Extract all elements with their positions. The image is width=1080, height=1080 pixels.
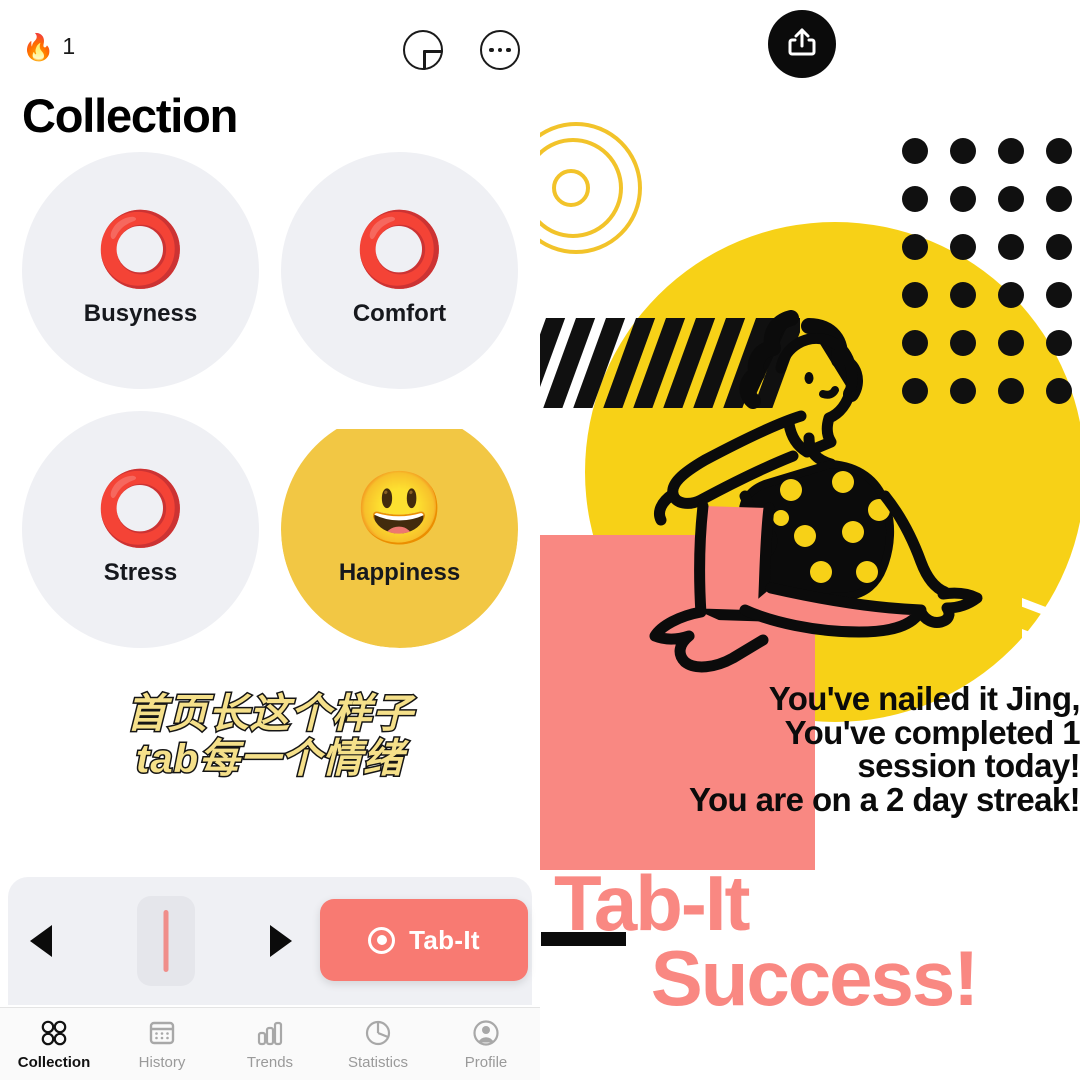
message-line-3: session today! [857, 747, 1080, 785]
grid-dot [1046, 186, 1072, 212]
more-options-button[interactable] [480, 30, 520, 70]
triangle-right-icon[interactable] [270, 925, 292, 957]
tab-label: History [138, 1053, 186, 1071]
red-circle-emoji: ⭕ [95, 468, 186, 549]
tab-label: Trends [246, 1053, 294, 1071]
grid-dot [902, 234, 928, 260]
grid-dot [902, 138, 928, 164]
red-circle-emoji: ⭕ [354, 209, 445, 290]
streak-count: 1 [62, 33, 76, 59]
success-title-line-1: Tab-It [554, 859, 751, 947]
annotation-overlay: 首页长这个样子 tab每一个情绪 [0, 691, 540, 783]
tab-collection[interactable]: Collection [0, 1018, 108, 1071]
collection-card-label: Comfort [352, 299, 447, 327]
message-line-2: You've completed 1 [784, 713, 1080, 751]
tab-label: Collection [17, 1053, 91, 1071]
chevron [1022, 598, 1080, 620]
tab-label: Statistics [347, 1053, 408, 1071]
concentric-rings-decoration [540, 112, 680, 262]
screenshot-root: 🔥 1 Collection ⭕ Busyness ⭕ Comfort ⭕ St… [0, 0, 1080, 1080]
grid-dot [902, 282, 928, 308]
collection-card-busyness[interactable]: ⭕ Busyness [22, 152, 259, 389]
grinning-face-emoji: 😃 [354, 468, 445, 549]
share-card: You've nailed it Jing, You've completed … [540, 0, 1080, 1080]
collection-card-comfort[interactable]: ⭕ Comfort [281, 152, 518, 389]
red-circle-emoji: ⭕ [95, 209, 186, 290]
intensity-slider[interactable] [137, 896, 195, 986]
annotation-line-1: 首页长这个样子 [125, 691, 414, 738]
success-title: Tab-It Success! [554, 859, 1074, 1022]
seated-woman-illustration [595, 310, 1025, 680]
app-header: 🔥 1 [0, 28, 540, 76]
success-title-line-2: Success! [650, 933, 980, 1022]
grid-dot [1046, 138, 1072, 164]
ellipsis-icon [489, 47, 511, 53]
success-message: You've nailed it Jing, You've completed … [560, 682, 1080, 817]
page-title: Collection [22, 89, 238, 142]
tab-statistics[interactable]: Statistics [324, 1018, 432, 1071]
calendar-icon [147, 1018, 177, 1048]
collection-card-label: Busyness [83, 299, 198, 327]
bar-chart-icon [255, 1018, 285, 1048]
app-screen: 🔥 1 Collection ⭕ Busyness ⭕ Comfort ⭕ St… [0, 0, 540, 1080]
triangle-left-icon[interactable] [30, 925, 52, 957]
chevron [1022, 660, 1080, 682]
grid-dot [950, 234, 976, 260]
tab-trends[interactable]: Trends [216, 1018, 324, 1071]
collection-card-stress[interactable]: ⭕ Stress [22, 411, 259, 648]
four-circles-icon [39, 1018, 69, 1048]
tab-it-button[interactable]: Tab-It [320, 899, 528, 981]
control-dock: Tab-It [8, 877, 532, 1005]
grid-dot [998, 282, 1024, 308]
tab-profile[interactable]: Profile [432, 1018, 540, 1071]
person-circle-icon [471, 1018, 501, 1048]
grid-dot [1046, 234, 1072, 260]
grid-dot [950, 282, 976, 308]
collection-card-label: Stress [103, 558, 178, 586]
flame-icon: 🔥 [22, 31, 55, 62]
grid-dot [998, 138, 1024, 164]
tab-it-label: Tab-It [409, 924, 480, 955]
slider-handle[interactable] [163, 910, 169, 972]
message-line-1: You've nailed it Jing, [768, 680, 1080, 717]
tab-history[interactable]: History [108, 1018, 216, 1071]
grid-dot [998, 186, 1024, 212]
pie-chart-icon [363, 1018, 393, 1048]
bottom-tab-bar: Collection History Trends Statistics Pro… [0, 1007, 540, 1080]
record-icon [368, 926, 396, 954]
share-button[interactable] [768, 10, 836, 78]
share-upload-icon [785, 25, 819, 64]
grid-dot [998, 234, 1024, 260]
grid-dot [1046, 330, 1072, 356]
tab-label: Profile [464, 1053, 508, 1071]
collection-card-label: Happiness [338, 558, 461, 586]
collection-grid: ⭕ Busyness ⭕ Comfort ⭕ Stress 😃 Happines… [0, 152, 540, 667]
collection-card-happiness[interactable]: 😃 Happiness [281, 429, 518, 648]
add-button[interactable] [403, 30, 443, 70]
grid-dot [1046, 282, 1072, 308]
annotation-line-2: tab每一个情绪 [135, 735, 405, 782]
grid-dot [902, 186, 928, 212]
grid-dot [950, 186, 976, 212]
chevron [1022, 629, 1080, 651]
grid-dot [950, 138, 976, 164]
grid-dot [1046, 378, 1072, 404]
message-line-4: You are on a 2 day streak! [689, 780, 1080, 818]
streak-indicator: 🔥 1 [22, 33, 75, 60]
